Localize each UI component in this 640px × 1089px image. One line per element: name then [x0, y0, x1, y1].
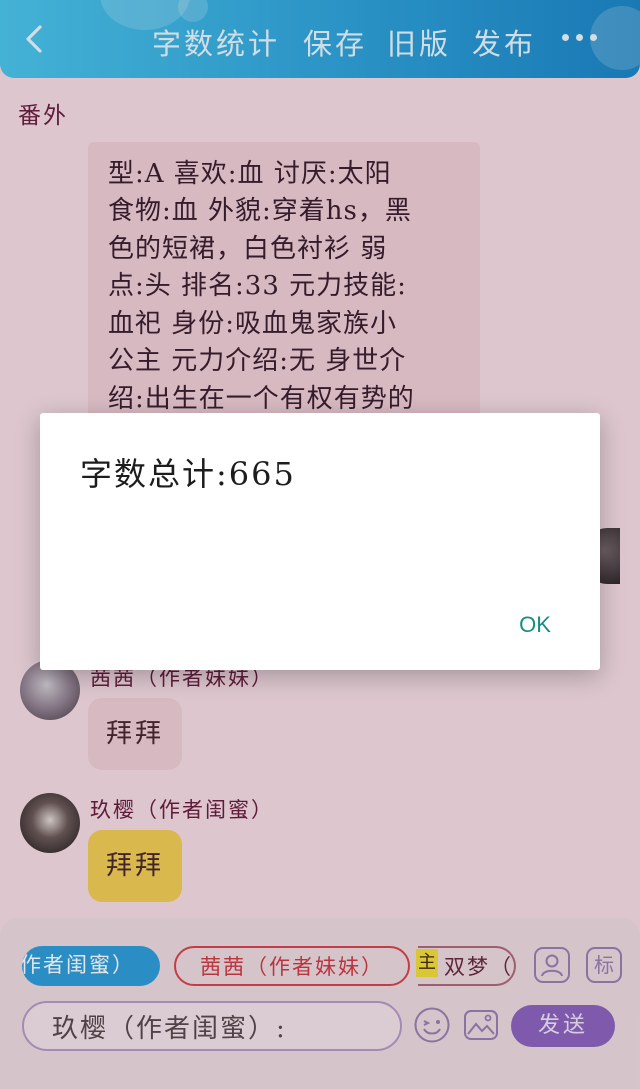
word-count-message: 字数总计:665: [80, 455, 296, 493]
ok-button[interactable]: OK: [510, 607, 560, 643]
word-count-dialog: 字数总计:665 OK: [40, 413, 600, 670]
